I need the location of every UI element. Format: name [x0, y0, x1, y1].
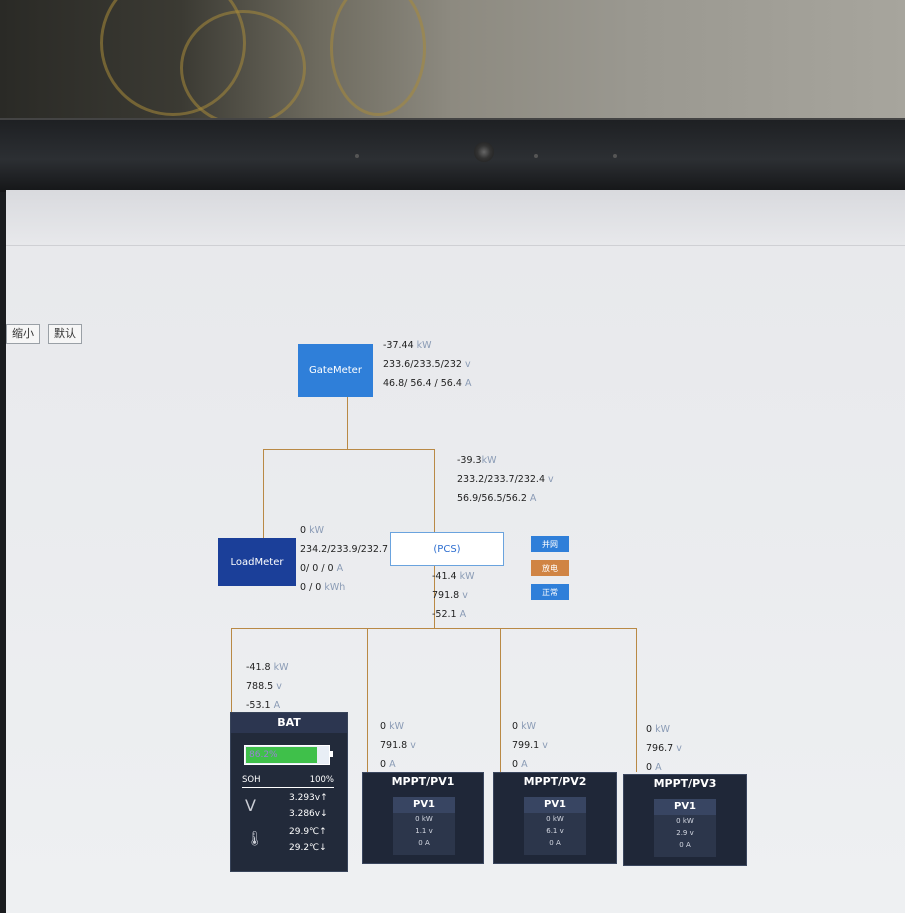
pv-name: PV1: [524, 797, 586, 813]
pcs-line: [434, 449, 435, 532]
mppt2-link-readings: 0 kW 799.1 v 0 A: [512, 721, 548, 770]
gate-down-line: [347, 397, 348, 450]
bat-link-readings: -41.8 kW 788.5 v -53.1 A: [246, 662, 289, 711]
webcam-icon: [474, 142, 494, 162]
bus-line-bottom: [231, 628, 637, 629]
grid-link-readings: -39.3kW 233.2/233.7/232.4 v 56.9/56.5/56…: [457, 455, 554, 504]
mppt1-link-readings: 0 kW 791.8 v 0 A: [380, 721, 416, 770]
grid-power: -39.3: [457, 455, 482, 466]
pv-panel: PV1 0 kW 2.9 v 0 A: [654, 799, 716, 857]
top-bar: [6, 190, 905, 246]
grid-current: 56.9/56.5/56.2: [457, 493, 527, 504]
mppt1-line: [367, 628, 368, 772]
gate-meter-readings: -37.44 kW 233.6/233.5/232 v 46.8/ 56.4 /…: [383, 340, 472, 389]
grid-voltage: 233.2/233.7/232.4: [457, 474, 545, 485]
pcs-node[interactable]: (PCS): [390, 532, 504, 566]
mppt2-card[interactable]: MPPT/PV2 PV1 0 kW 6.1 v 0 A: [493, 772, 617, 864]
cell-voltage-max: 3.293v↑: [289, 793, 328, 803]
pv-power: 0 kW: [676, 817, 694, 825]
pv-panel: PV1 0 kW 6.1 v 0 A: [524, 797, 586, 855]
load-meter-node[interactable]: LoadMeter: [218, 538, 296, 586]
gate-current: 46.8/ 56.4 / 56.4: [383, 378, 462, 389]
pv-panel: PV1 0 kW 1.1 v 0 A: [393, 797, 455, 855]
mppt2-title: MPPT/PV2: [523, 775, 587, 788]
cell-temp-min: 29.2℃↓: [289, 843, 327, 853]
bat-line: [231, 628, 232, 712]
gate-voltage: 233.6/233.5/232: [383, 359, 462, 370]
load-meter-readings: 0 kW 234.2/233.9/232.7 v 0/ 0 / 0 A 0 / …: [300, 525, 397, 593]
pcs-label: (PCS): [433, 543, 461, 555]
load-meter-label: LoadMeter: [230, 556, 284, 568]
soh-label: SOH: [242, 775, 261, 785]
voltage-icon: V: [245, 796, 256, 815]
battery-soc-bar: 86.2%: [244, 745, 330, 765]
mppt1-title: MPPT/PV1: [391, 775, 455, 788]
battery-soc-label: 86.2%: [249, 750, 278, 760]
pv-voltage: 6.1 v: [546, 827, 564, 835]
mppt3-link-readings: 0 kW 796.7 v 0 A: [646, 724, 682, 773]
mppt3-line: [636, 628, 637, 772]
mppt2-line: [500, 628, 501, 772]
gate-meter-label: GateMeter: [309, 365, 362, 376]
pcs-power: -41.4: [432, 571, 457, 582]
pcs-voltage: 791.8: [432, 590, 460, 601]
reset-zoom-button[interactable]: 默认: [48, 324, 82, 344]
background-cable: [180, 10, 306, 126]
load-line: [263, 449, 264, 538]
pv-voltage: 1.1 v: [415, 827, 433, 835]
bat-current: -53.1: [246, 700, 271, 711]
pv-current: 0 A: [679, 841, 691, 849]
pv-current: 0 A: [549, 839, 561, 847]
pv-power: 0 kW: [546, 815, 564, 823]
bezel-dot: [355, 154, 359, 158]
battery-cap-icon: [330, 751, 333, 757]
load-voltage: 234.2/233.9/232.7: [300, 544, 388, 555]
mppt3-card[interactable]: MPPT/PV3 PV1 0 kW 2.9 v 0 A: [623, 774, 747, 866]
bezel-dot: [613, 154, 617, 158]
cell-voltage-min: 3.286v↓: [289, 809, 328, 819]
soh-value: 100%: [309, 775, 334, 785]
bus-line-top: [263, 449, 435, 450]
pcs-current: -52.1: [432, 609, 457, 620]
monitor-bezel: [0, 118, 905, 192]
pv-name: PV1: [654, 799, 716, 815]
battery-card[interactable]: BAT 86.2% SOH 100% V 3.293v↑ 3.286v↓ 🌡 2…: [230, 712, 348, 872]
bat-power: -41.8: [246, 662, 271, 673]
soh-row: SOH 100%: [242, 775, 334, 788]
bat-voltage: 788.5: [246, 681, 274, 692]
background-room: [0, 0, 905, 130]
mppt1-card[interactable]: MPPT/PV1 PV1 0 kW 1.1 v 0 A: [362, 772, 484, 864]
load-energy: 0 / 0: [300, 582, 322, 593]
pv-power: 0 kW: [415, 815, 433, 823]
pv-name: PV1: [393, 797, 455, 813]
background-cable: [330, 0, 426, 116]
battery-title: BAT: [231, 713, 347, 733]
grid-tie-badge: 并网: [531, 536, 569, 552]
load-power: 0: [300, 525, 307, 536]
thermometer-icon: 🌡: [246, 831, 264, 847]
pv-voltage: 2.9 v: [676, 829, 694, 837]
zoom-out-button[interactable]: 缩小: [6, 324, 40, 344]
bezel-dot: [534, 154, 538, 158]
load-current: 0/ 0 / 0: [300, 563, 334, 574]
mppt3-title: MPPT/PV3: [653, 777, 717, 790]
gate-meter-node[interactable]: GateMeter: [298, 344, 373, 397]
normal-status-badge: 正常: [531, 584, 569, 600]
gate-power: -37.44: [383, 340, 414, 351]
discharge-badge: 放电: [531, 560, 569, 576]
pcs-readings: -41.4 kW 791.8 v -52.1 A: [432, 571, 475, 620]
app-screen: 缩小 默认 GateMeter -37.44 kW 233.6/233.5/23…: [6, 190, 905, 913]
pv-current: 0 A: [418, 839, 430, 847]
cell-temp-max: 29.9℃↑: [289, 827, 327, 837]
